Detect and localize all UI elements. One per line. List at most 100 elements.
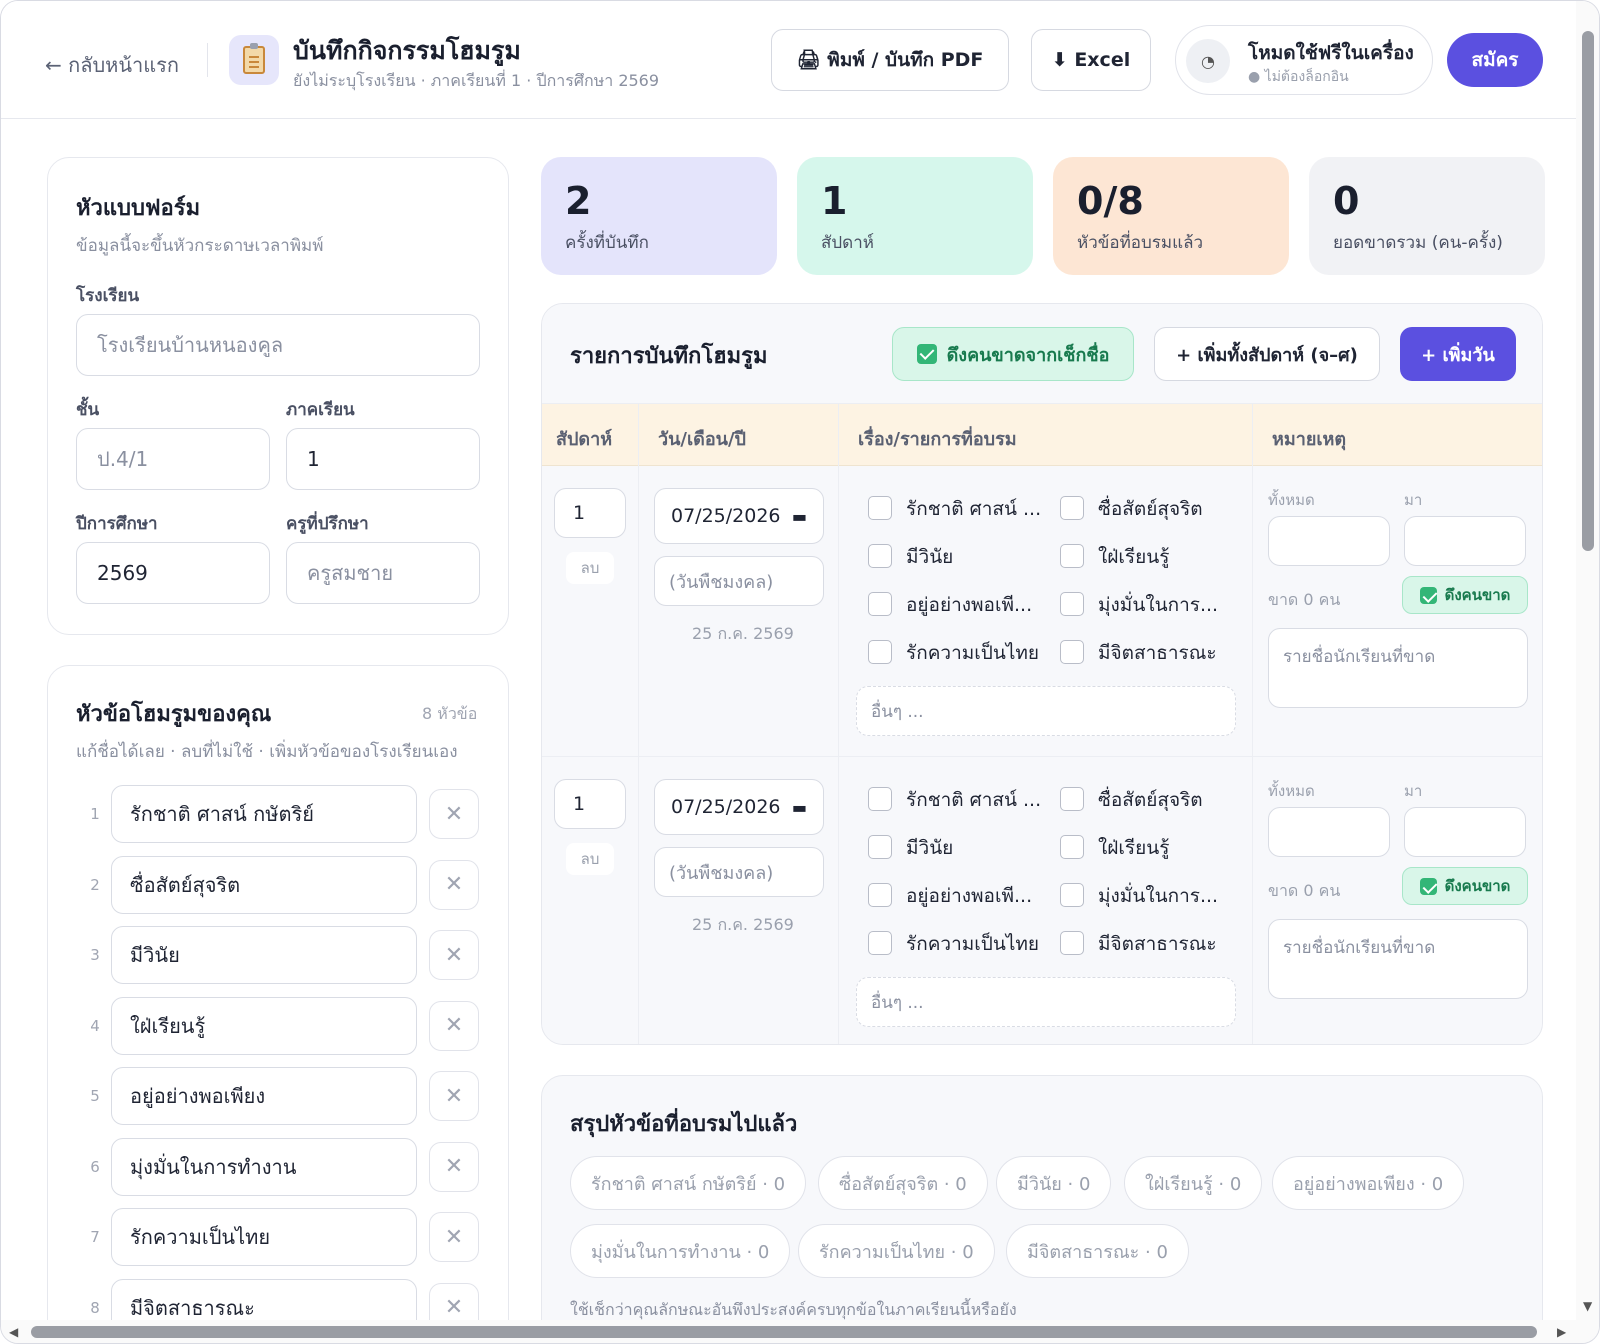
topic-name-input[interactable]: ซื่อสัตย์สุจริต	[111, 855, 417, 914]
week-input[interactable]: 1	[554, 779, 626, 829]
page-subtitle: ยังไม่ระบุโรงเรียน · ภาคเรียนที่ 1 · ปีก…	[293, 71, 660, 90]
topic-checkbox[interactable]	[868, 883, 892, 907]
day-name-input[interactable]: (วันพืชมงคล)	[654, 556, 824, 606]
table-header-row: สัปดาห์ วัน/เดือน/ปี เรื่อง/รายการที่อบร…	[542, 404, 1542, 466]
delete-topic-button[interactable]: ✕	[429, 789, 479, 839]
present-input[interactable]	[1404, 516, 1526, 566]
topic-checkbox-label: มุ่งมั่นในการ...	[1098, 594, 1219, 616]
table-row: 1 ลบ 07/25/2026 ▬ (วันพืชมงคล) 25 ก.ค. 2569 รั…	[542, 466, 1542, 756]
topics-desc: แก้ชื่อได้เลย · ลบที่ไม่ใช้ · เพิ่มหัวข้…	[76, 742, 458, 762]
topic-checkbox[interactable]	[1060, 787, 1084, 811]
delete-topic-button[interactable]: ✕	[429, 859, 479, 910]
app-window: ← กลับหน้าแรก บันทึกกิจกรรมโฮมรูม ยังไม่…	[0, 0, 1600, 1344]
date-value: 07/25/2026	[671, 796, 781, 818]
pull-absent-from-attendance-button[interactable]: ดึงคนขาดจากเช็กชื่อ	[892, 327, 1134, 381]
topic-checkbox-label: มุ่งมั่นในการ...	[1098, 885, 1219, 907]
date-input[interactable]: 07/25/2026 ▬	[654, 488, 824, 544]
total-input[interactable]	[1268, 807, 1390, 857]
year-label: ปีการศึกษา	[76, 514, 158, 534]
add-day-button[interactable]: + เพิ่มวัน	[1400, 327, 1516, 381]
topic-checkbox[interactable]	[868, 931, 892, 955]
form-header-desc: ข้อมูลนี้จะขึ้นหัวกระดาษเวลาพิมพ์	[76, 236, 324, 256]
date-input[interactable]: 07/25/2026 ▬	[654, 779, 824, 835]
school-label: โรงเรียน	[76, 286, 140, 306]
summary-topic-chip: มีวินัย · 0	[996, 1156, 1112, 1210]
back-home-link[interactable]: ← กลับหน้าแรก	[45, 49, 179, 81]
add-week-button[interactable]: + เพิ่มทั้งสัปดาห์ (จ–ศ)	[1154, 327, 1380, 381]
class-input[interactable]: ป.4/1	[76, 428, 270, 490]
term-input[interactable]: 1	[286, 428, 480, 490]
records-card: รายการบันทึกโฮมรูม ดึงคนขาดจากเช็กชื่อ +…	[541, 303, 1543, 1045]
records-title: รายการบันทึกโฮมรูม	[570, 344, 768, 369]
absent-count: ขาด 0 คน	[1268, 590, 1341, 609]
school-input[interactable]: โรงเรียนบ้านหนองคูล	[76, 314, 480, 376]
topic-name-input[interactable]: มีวินัย	[111, 926, 417, 984]
topics-count: 8 หัวข้อ	[422, 704, 478, 723]
other-topic-input[interactable]: อื่นๆ ...	[856, 686, 1236, 736]
topic-name-input[interactable]: ใฝ่เรียนรู้	[111, 996, 417, 1055]
delete-row-button[interactable]: ลบ	[566, 843, 614, 875]
local-mode-toggle[interactable]: ◔ โหมดใช้ฟรีในเครื่อง ● ไม่ต้องล็อกอิน	[1175, 25, 1433, 95]
absent-names-textarea[interactable]: รายชื่อนักเรียนที่ขาด	[1268, 919, 1528, 999]
topic-name-input[interactable]: อยู่อย่างพอเพียง	[111, 1067, 417, 1125]
topic-checkbox[interactable]	[868, 592, 892, 616]
scroll-left-arrow-icon[interactable]: ◀	[9, 1325, 18, 1339]
scroll-down-arrow-icon[interactable]: ▼	[1583, 1299, 1592, 1313]
excel-button[interactable]: ⬇ Excel	[1031, 29, 1151, 91]
summary-topic-chip: อยู่อย่างพอเพียง · 0	[1272, 1156, 1465, 1210]
teacher-label: ครูที่ปรึกษา	[286, 514, 369, 534]
signup-button[interactable]: สมัคร	[1447, 33, 1543, 87]
topic-name-input[interactable]: รักชาติ ศาสน์ กษัตริย์	[111, 785, 417, 843]
delete-topic-button[interactable]: ✕	[429, 1071, 479, 1121]
print-pdf-button[interactable]: 🖨 พิมพ์ / บันทึก PDF	[771, 29, 1009, 91]
delete-topic-button[interactable]: ✕	[429, 930, 479, 980]
summary-topic-chip: ใฝ่เรียนรู้ · 0	[1124, 1156, 1263, 1210]
day-name-input[interactable]: (วันพืชมงคล)	[654, 847, 824, 897]
delete-topic-button[interactable]: ✕	[429, 1000, 479, 1051]
topic-checkbox[interactable]	[868, 835, 892, 859]
topic-checkbox[interactable]	[1060, 496, 1084, 520]
topic-name-input[interactable]: มุ่งมั่นในการทำงาน	[111, 1137, 417, 1196]
topic-checkbox[interactable]	[868, 640, 892, 664]
topic-checkbox[interactable]	[1060, 544, 1084, 568]
present-label: มา	[1404, 782, 1423, 800]
scroll-right-arrow-icon[interactable]: ▶	[1557, 1325, 1566, 1339]
topic-checkbox[interactable]	[1060, 640, 1084, 664]
pull-absent-button[interactable]: ดึงคนขาด	[1402, 867, 1528, 905]
close-icon: ✕	[444, 942, 464, 968]
delete-topic-button[interactable]: ✕	[429, 1212, 479, 1262]
delete-row-button[interactable]: ลบ	[566, 552, 614, 584]
topic-checkbox-label: มีวินัย	[906, 837, 954, 859]
pull-absent-button[interactable]: ดึงคนขาด	[1402, 576, 1528, 614]
horizontal-scroll-thumb[interactable]	[31, 1326, 1537, 1338]
week-input[interactable]: 1	[554, 488, 626, 538]
total-input[interactable]	[1268, 516, 1390, 566]
stat-value: 1	[821, 179, 848, 223]
absent-names-textarea[interactable]: รายชื่อนักเรียนที่ขาด	[1268, 628, 1528, 708]
clipboard-icon	[229, 35, 279, 85]
topic-name-input[interactable]: รักความเป็นไทย	[111, 1208, 417, 1266]
date-value: 07/25/2026	[671, 505, 781, 527]
close-icon: ✕	[444, 1013, 464, 1038]
topic-checkbox[interactable]	[1060, 835, 1084, 859]
topic-checkbox[interactable]	[1060, 883, 1084, 907]
teacher-input[interactable]: ครูสมชาย	[286, 542, 480, 604]
topics-title: หัวข้อโฮมรูมของคุณ	[76, 702, 272, 727]
horizontal-scrollbar[interactable]: ◀ ▶	[1, 1320, 1576, 1343]
topic-checkbox[interactable]	[1060, 931, 1084, 955]
delete-topic-button[interactable]: ✕	[429, 1141, 479, 1192]
total-label: ทั้งหมด	[1268, 491, 1315, 509]
topic-number: 7	[90, 1228, 100, 1246]
vertical-scroll-thumb[interactable]	[1582, 31, 1594, 551]
divider	[1252, 404, 1253, 1044]
summary-title: สรุปหัวข้อที่อบรมไปแล้ว	[570, 1112, 798, 1137]
present-input[interactable]	[1404, 807, 1526, 857]
topic-checkbox-label: รักชาติ ศาสน์ ...	[906, 498, 1042, 520]
vertical-scrollbar[interactable]: ▼	[1576, 1, 1599, 1343]
topic-checkbox[interactable]	[868, 544, 892, 568]
topic-checkbox[interactable]	[868, 496, 892, 520]
topic-checkbox[interactable]	[868, 787, 892, 811]
topic-checkbox[interactable]	[1060, 592, 1084, 616]
year-input[interactable]: 2569	[76, 542, 270, 604]
other-topic-input[interactable]: อื่นๆ ...	[856, 977, 1236, 1027]
